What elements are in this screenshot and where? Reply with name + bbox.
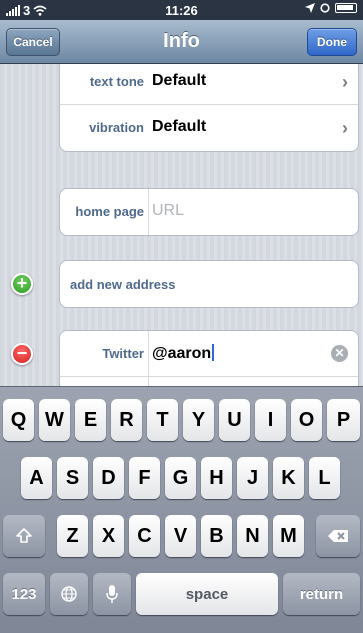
- return-key[interactable]: return: [283, 573, 360, 615]
- home-page-label: home page: [75, 204, 144, 219]
- vibration-label: vibration: [89, 120, 144, 135]
- space-key[interactable]: space: [136, 573, 278, 615]
- delete-key[interactable]: [316, 515, 360, 557]
- field-divider: [148, 331, 149, 376]
- key-t[interactable]: T: [147, 399, 178, 441]
- twitter-label: Twitter: [102, 346, 144, 361]
- status-bar: 3 11:26: [0, 0, 363, 20]
- key-o[interactable]: O: [291, 399, 322, 441]
- location-arrow-icon: [305, 3, 315, 13]
- keyboard: Q W E R T Y U I O P A S D F G H J K L Z …: [0, 386, 363, 633]
- globe-icon: [61, 586, 77, 602]
- add-new-address-label: add new address: [70, 277, 176, 292]
- twitter-input[interactable]: @aaron: [152, 344, 215, 363]
- key-h[interactable]: H: [201, 457, 232, 499]
- key-i[interactable]: I: [255, 399, 286, 441]
- key-n[interactable]: N: [237, 515, 268, 557]
- key-s[interactable]: S: [57, 457, 88, 499]
- shift-key[interactable]: [3, 515, 45, 557]
- chevron-right-icon: ›: [342, 72, 348, 92]
- dictation-key[interactable]: [93, 573, 131, 615]
- done-button[interactable]: Done: [307, 28, 357, 56]
- key-d[interactable]: D: [93, 457, 124, 499]
- empty-row[interactable]: [60, 377, 358, 386]
- key-e[interactable]: E: [75, 399, 106, 441]
- vibration-row[interactable]: vibration Default ›: [60, 105, 358, 151]
- vibration-value: Default: [152, 118, 207, 135]
- numbers-key[interactable]: 123: [3, 573, 45, 615]
- twitter-row[interactable]: Twitter @aaron ✕: [60, 331, 358, 377]
- key-f[interactable]: F: [129, 457, 160, 499]
- globe-key[interactable]: [50, 573, 88, 615]
- shift-arrow-icon: [16, 528, 32, 543]
- battery-icon: [335, 3, 357, 13]
- contact-info-table: text tone Default › vibration Default › …: [0, 64, 363, 386]
- address-group: add new address: [59, 260, 359, 308]
- home-page-input[interactable]: URL: [152, 202, 184, 220]
- navigation-bar: Cancel Info Done: [0, 20, 363, 64]
- key-c[interactable]: C: [129, 515, 160, 557]
- key-y[interactable]: Y: [183, 399, 214, 441]
- key-w[interactable]: W: [39, 399, 70, 441]
- key-m[interactable]: M: [273, 515, 304, 557]
- text-tone-value: Default: [152, 72, 207, 89]
- key-v[interactable]: V: [165, 515, 196, 557]
- key-z[interactable]: Z: [57, 515, 88, 557]
- backspace-icon: [328, 530, 348, 542]
- key-r[interactable]: R: [111, 399, 142, 441]
- key-j[interactable]: J: [237, 457, 268, 499]
- key-b[interactable]: B: [201, 515, 232, 557]
- text-tone-label: text tone: [89, 74, 144, 89]
- home-page-row[interactable]: home page URL: [60, 189, 358, 235]
- alarm-icon: [320, 3, 330, 13]
- text-tone-row[interactable]: text tone Default ›: [60, 64, 358, 105]
- key-u[interactable]: U: [219, 399, 250, 441]
- clear-text-icon[interactable]: ✕: [331, 345, 348, 362]
- field-divider: [148, 377, 149, 386]
- add-new-address-row[interactable]: add new address: [60, 261, 358, 307]
- text-cursor: [212, 344, 215, 361]
- microphone-icon: [106, 585, 118, 603]
- key-l[interactable]: L: [309, 457, 340, 499]
- add-circle-icon[interactable]: +: [11, 273, 33, 295]
- field-divider: [148, 189, 149, 235]
- key-g[interactable]: G: [165, 457, 196, 499]
- key-a[interactable]: A: [21, 457, 52, 499]
- key-k[interactable]: K: [273, 457, 304, 499]
- key-x[interactable]: X: [93, 515, 124, 557]
- remove-circle-icon[interactable]: −: [11, 343, 33, 365]
- key-q[interactable]: Q: [3, 399, 34, 441]
- social-profile-group: Twitter @aaron ✕: [59, 330, 359, 386]
- key-p[interactable]: P: [327, 399, 360, 441]
- tones-group: text tone Default › vibration Default ›: [59, 64, 359, 152]
- chevron-right-icon: ›: [342, 118, 348, 138]
- home-page-group: home page URL: [59, 188, 359, 236]
